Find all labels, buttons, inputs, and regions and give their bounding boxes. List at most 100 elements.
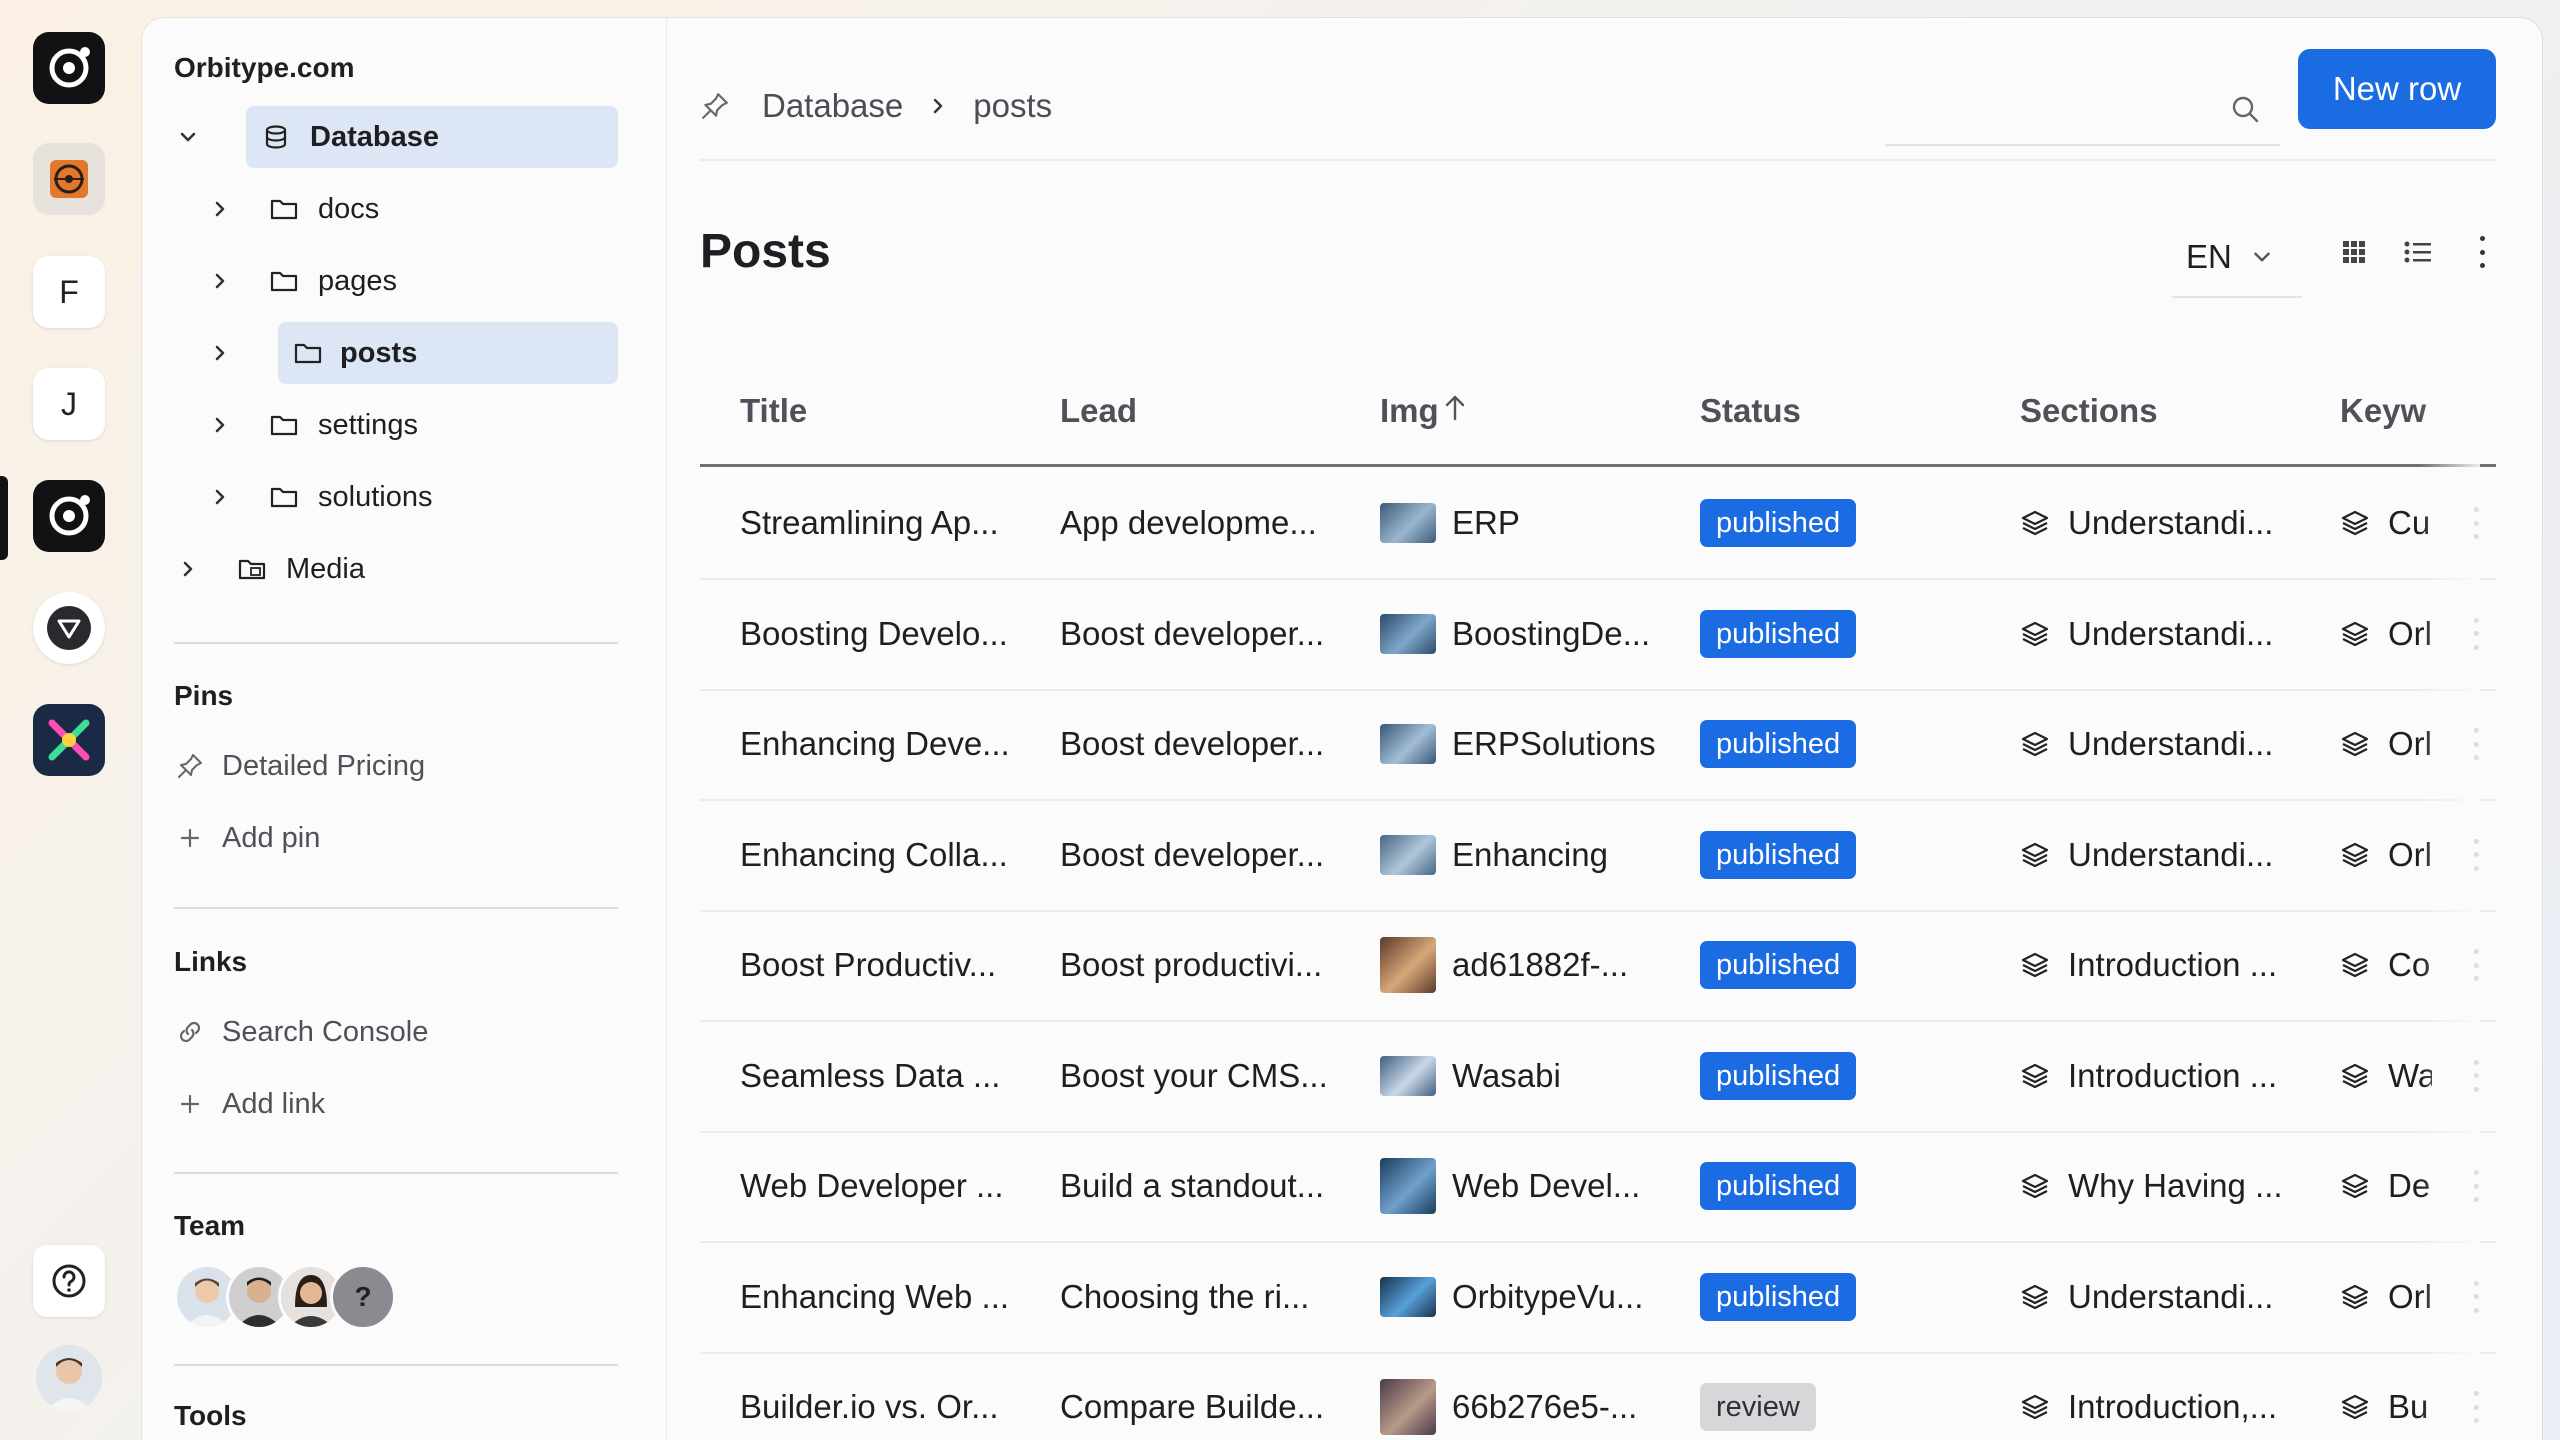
workspace-j-icon[interactable]: J [33,368,105,440]
table-row[interactable]: Boost Productiv... Boost productivi... a… [700,910,2496,1022]
column-header-status[interactable]: Status [1700,392,1801,430]
column-header-title[interactable]: Title [740,392,807,430]
table-row[interactable]: Boosting Develo... Boost developer... Bo… [700,579,2496,691]
cell-img[interactable]: Wasabi [1380,1021,1680,1131]
cell-title[interactable]: Seamless Data ... [740,1021,1040,1131]
user-avatar[interactable] [36,1345,102,1411]
cell-lead[interactable]: Boost your CMS... [1060,1021,1360,1131]
cell-status[interactable]: published [1700,1131,2000,1241]
tree-item-settings[interactable]: settings [206,394,618,456]
cell-sections[interactable]: Understandi... [2020,468,2320,578]
cell-lead[interactable]: App developme... [1060,468,1360,578]
cell-title[interactable]: Enhancing Colla... [740,800,1040,910]
sort-ascending-icon[interactable] [1442,392,1468,430]
cell-sections[interactable]: Introduction,... [2020,1352,2320,1440]
chevron-right-icon[interactable] [174,555,202,583]
search-input[interactable] [1885,72,2215,142]
cell-title[interactable]: Streamlining Ap... [740,468,1040,578]
cell-keywords[interactable]: Wa [2340,1021,2432,1131]
cell-keywords[interactable]: Co [2340,910,2432,1020]
cell-status[interactable]: published [1700,689,2000,799]
row-actions-button[interactable] [2456,1131,2496,1241]
chevron-down-icon[interactable] [174,123,202,151]
link-item-search-console[interactable]: Search Console [174,1012,428,1052]
orbitype-active-app-icon[interactable] [33,480,105,552]
row-actions-button[interactable] [2456,689,2496,799]
chevron-right-icon[interactable] [206,339,234,367]
table-row[interactable]: Enhancing Deve... Boost developer... ERP… [700,689,2496,801]
cell-img[interactable]: ERPSolutions [1380,689,1680,799]
column-header-sections[interactable]: Sections [2020,392,2158,430]
cell-sections[interactable]: Understandi... [2020,800,2320,910]
team-member-unknown-avatar[interactable]: ? [330,1264,396,1330]
grid-view-button[interactable] [2334,232,2374,272]
chevron-right-icon[interactable] [206,195,234,223]
cell-keywords[interactable]: Orl [2340,689,2432,799]
row-actions-button[interactable] [2456,579,2496,689]
add-pin-button[interactable]: Add pin [174,818,320,858]
cell-img[interactable]: Web Devel... [1380,1131,1680,1241]
cell-lead[interactable]: Compare Builde... [1060,1352,1360,1440]
orbitype-app-icon[interactable] [33,32,105,104]
pin-item-detailed-pricing[interactable]: Detailed Pricing [174,746,425,786]
row-actions-button[interactable] [2456,1021,2496,1131]
cell-keywords[interactable]: Orl [2340,579,2432,689]
colorful-app-icon[interactable] [33,704,105,776]
cell-status[interactable]: published [1700,1021,2000,1131]
cell-title[interactable]: Enhancing Deve... [740,689,1040,799]
new-row-button[interactable]: New row [2298,49,2496,129]
cell-img[interactable]: ERP [1380,468,1680,578]
cell-status[interactable]: published [1700,579,2000,689]
chevron-right-icon[interactable] [206,411,234,439]
table-row[interactable]: Enhancing Colla... Boost developer... En… [700,800,2496,912]
cell-title[interactable]: Web Developer ... [740,1131,1040,1241]
table-row[interactable]: Web Developer ... Build a standout... We… [700,1131,2496,1243]
cell-status[interactable]: published [1700,468,2000,578]
cell-sections[interactable]: Understandi... [2020,1242,2320,1352]
cell-title[interactable]: Boost Productiv... [740,910,1040,1020]
table-row[interactable]: Streamlining Ap... App developme... ERP … [700,468,2496,580]
cell-status[interactable]: published [1700,800,2000,910]
help-button[interactable] [33,1245,105,1317]
chevron-right-icon[interactable] [206,483,234,511]
tree-item-posts[interactable]: posts [278,322,618,384]
cell-title[interactable]: Boosting Develo... [740,579,1040,689]
cell-keywords[interactable]: Orl [2340,800,2432,910]
tree-item-database[interactable]: Database [246,106,618,168]
table-row[interactable]: Builder.io vs. Or... Compare Builde... 6… [700,1352,2496,1440]
triangle-app-icon[interactable] [33,592,105,664]
cell-img[interactable]: 66b276e5-... [1380,1352,1680,1440]
breadcrumb-database[interactable]: Database [762,87,903,125]
add-link-button[interactable]: Add link [174,1084,325,1124]
pin-page-icon[interactable] [700,89,734,123]
project-amber-icon[interactable] [33,143,105,215]
workspace-f-icon[interactable]: F [33,256,105,328]
cell-lead[interactable]: Build a standout... [1060,1131,1360,1241]
cell-img[interactable]: OrbitypeVu... [1380,1242,1680,1352]
cell-lead[interactable]: Boost developer... [1060,689,1360,799]
chevron-right-icon[interactable] [206,267,234,295]
row-actions-button[interactable] [2456,800,2496,910]
cell-keywords[interactable]: Cu [2340,468,2432,578]
row-actions-button[interactable] [2456,1242,2496,1352]
cell-sections[interactable]: Understandi... [2020,689,2320,799]
column-header-img[interactable]: Img [1380,392,1439,430]
row-actions-button[interactable] [2456,1352,2496,1440]
cell-keywords[interactable]: De [2340,1131,2432,1241]
list-view-button[interactable] [2398,232,2438,272]
table-row[interactable]: Seamless Data ... Boost your CMS... Wasa… [700,1021,2496,1133]
cell-img[interactable]: Enhancing [1380,800,1680,910]
tree-item-pages[interactable]: pages [206,250,618,312]
cell-status[interactable]: review [1700,1352,2000,1440]
cell-keywords[interactable]: Bu [2340,1352,2432,1440]
row-actions-button[interactable] [2456,468,2496,578]
cell-status[interactable]: published [1700,1242,2000,1352]
language-select[interactable]: EN [2172,218,2302,298]
tree-item-solutions[interactable]: solutions [206,466,618,528]
tree-item-docs[interactable]: docs [206,178,618,240]
cell-sections[interactable]: Why Having ... [2020,1131,2320,1241]
cell-title[interactable]: Builder.io vs. Or... [740,1352,1040,1440]
cell-title[interactable]: Enhancing Web ... [740,1242,1040,1352]
row-actions-button[interactable] [2456,910,2496,1020]
more-options-button[interactable] [2462,232,2502,272]
